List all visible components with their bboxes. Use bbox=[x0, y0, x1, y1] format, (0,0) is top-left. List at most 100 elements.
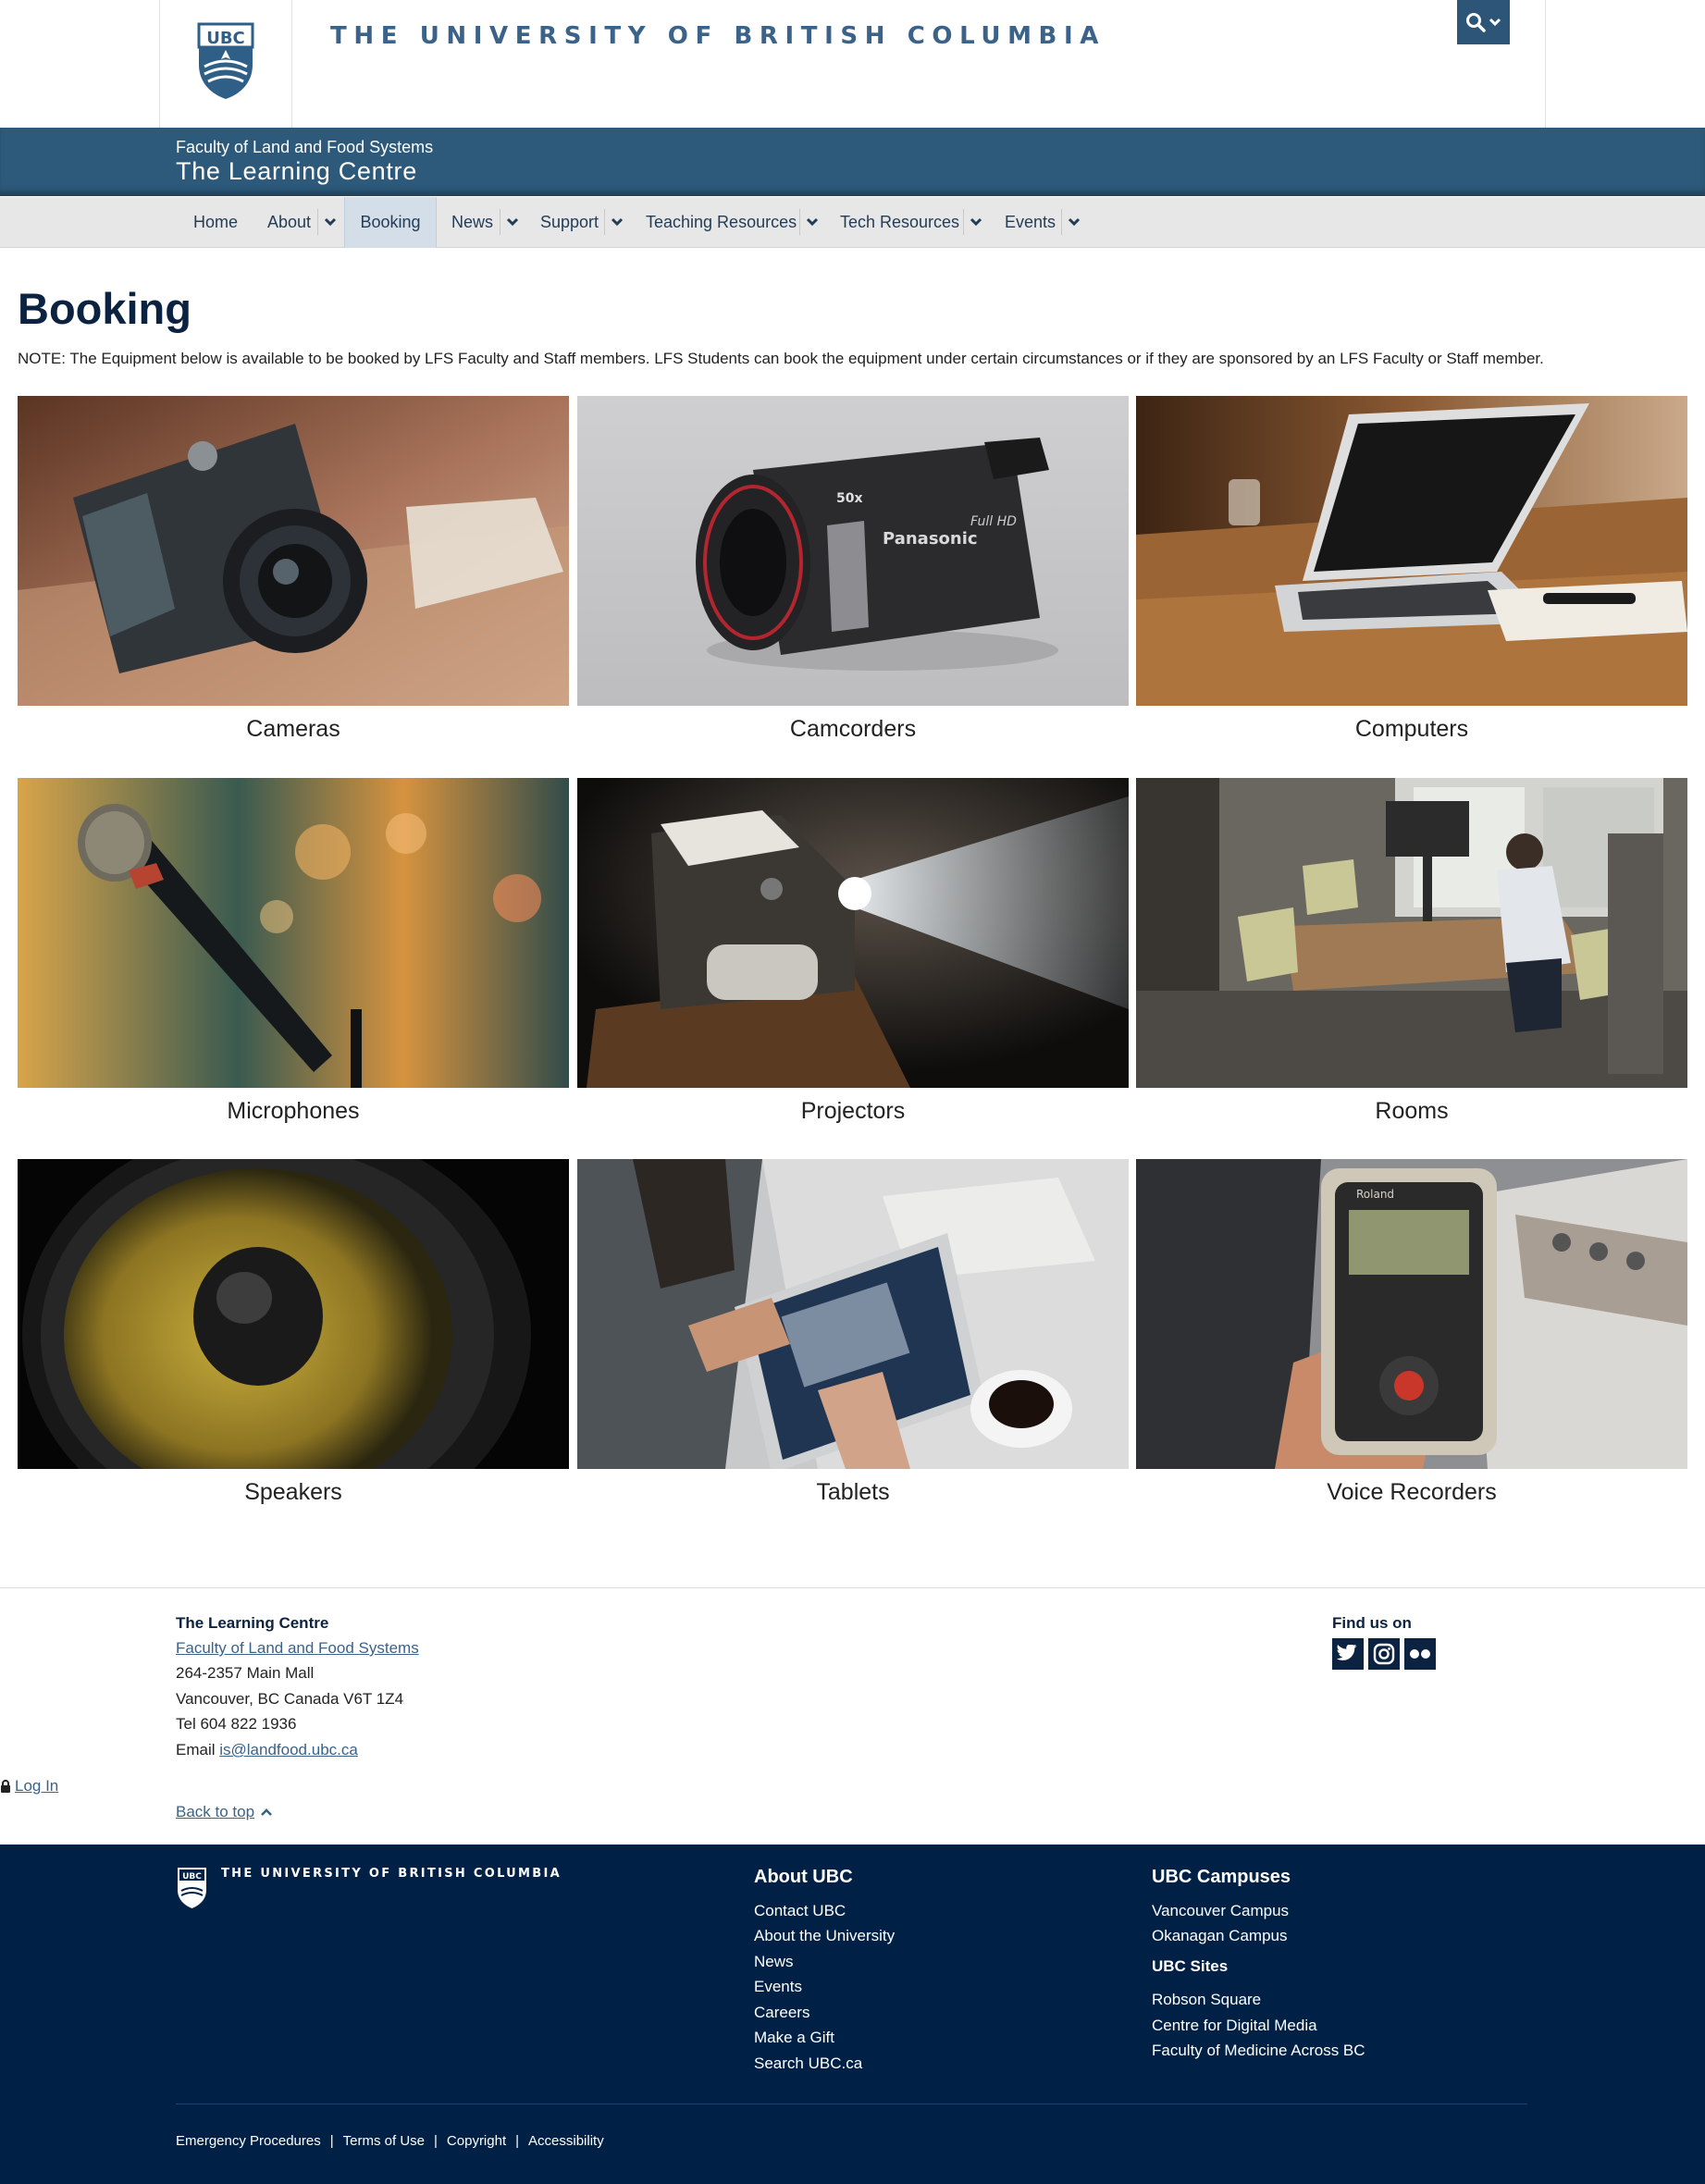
ubc-crest-icon[interactable]: UBC bbox=[177, 1867, 207, 1909]
room-photo[interactable] bbox=[1136, 778, 1687, 1088]
nav-dropdown-news[interactable] bbox=[500, 209, 524, 235]
unit-faculty-link[interactable]: Faculty of Land and Food Systems bbox=[176, 138, 433, 157]
nav-dropdown-support[interactable] bbox=[604, 209, 628, 235]
voice-recorder-photo[interactable]: Roland bbox=[1136, 1159, 1687, 1469]
footer-link-vancouver-campus[interactable]: Vancouver Campus bbox=[1152, 1902, 1289, 1920]
nav-label: Support bbox=[540, 213, 599, 231]
about-ubc-heading: About UBC bbox=[754, 1867, 853, 1887]
nav-item-support[interactable]: Support bbox=[540, 197, 599, 248]
footer-link-emergency-procedures[interactable]: Emergency Procedures bbox=[176, 2133, 321, 2149]
footer-link-events[interactable]: Events bbox=[754, 1978, 802, 1996]
nav-item-about[interactable]: About bbox=[267, 197, 311, 248]
tile-label[interactable]: Cameras bbox=[18, 716, 569, 743]
back-to-top-label[interactable]: Back to top bbox=[176, 1803, 254, 1821]
instagram-icon[interactable] bbox=[1368, 1638, 1400, 1670]
tile-speakers[interactable]: Speakers bbox=[18, 1159, 569, 1506]
camera-photo[interactable] bbox=[18, 396, 569, 706]
microphone-photo[interactable] bbox=[18, 778, 569, 1088]
booking-note: NOTE: The Equipment below is available t… bbox=[18, 350, 1544, 367]
footer-ubc-wordmark[interactable]: THE UNIVERSITY OF BRITISH COLUMBIA bbox=[221, 1867, 562, 1881]
tile-projectors[interactable]: Projectors bbox=[577, 778, 1129, 1125]
ubc-wordmark[interactable]: THE UNIVERSITY OF BRITISH COLUMBIA bbox=[330, 22, 1106, 50]
nav-dropdown-teaching-resources[interactable] bbox=[799, 209, 823, 235]
tile-label[interactable]: Rooms bbox=[1136, 1098, 1687, 1125]
chevron-down-icon bbox=[1068, 217, 1080, 227]
footer-unit-title: The Learning Centre bbox=[176, 1614, 329, 1632]
twitter-icon[interactable] bbox=[1332, 1638, 1364, 1670]
projector-photo[interactable] bbox=[577, 778, 1129, 1088]
search-toggle-button[interactable] bbox=[1457, 0, 1510, 44]
tile-camcorders[interactable]: Panasonic 50x Full HD Camcorders bbox=[577, 396, 1129, 743]
footer-link-terms-of-use[interactable]: Terms of Use bbox=[343, 2133, 425, 2149]
footer-link-news[interactable]: News bbox=[754, 1953, 794, 1971]
nav-item-teaching-resources[interactable]: Teaching Resources bbox=[646, 197, 797, 248]
nav-dropdown-about[interactable] bbox=[317, 209, 341, 235]
nav-item-events[interactable]: Events bbox=[1005, 197, 1056, 248]
tile-label[interactable]: Projectors bbox=[577, 1098, 1129, 1125]
footer-link-copyright[interactable]: Copyright bbox=[447, 2133, 506, 2149]
flickr-icon[interactable] bbox=[1404, 1638, 1436, 1670]
footer-link-centre-for-digital-media[interactable]: Centre for Digital Media bbox=[1152, 2017, 1317, 2035]
footer-address-2: Vancouver, BC Canada V6T 1Z4 bbox=[176, 1690, 404, 1708]
back-to-top-link[interactable]: Back to top bbox=[176, 1803, 273, 1821]
footer-link-robson-square[interactable]: Robson Square bbox=[1152, 1991, 1261, 2009]
nav-label: Home bbox=[193, 213, 239, 231]
ubc-crest-icon[interactable]: UBC bbox=[197, 22, 254, 100]
separator: | bbox=[515, 2133, 520, 2149]
separator: | bbox=[434, 2133, 438, 2149]
nav-item-news[interactable]: News bbox=[451, 197, 493, 248]
ubc-sites-heading: UBC Sites bbox=[1152, 1957, 1229, 1975]
tablet-photo[interactable] bbox=[577, 1159, 1129, 1469]
nav-item-booking[interactable]: Booking bbox=[344, 197, 437, 248]
chevron-down-icon bbox=[970, 217, 982, 227]
laptop-photo[interactable] bbox=[1136, 396, 1687, 706]
login-link[interactable]: Log In bbox=[0, 1777, 58, 1795]
nav-dropdown-tech-resources[interactable] bbox=[963, 209, 987, 235]
nav-item-tech-resources[interactable]: Tech Resources bbox=[840, 197, 959, 248]
unit-footer: The Learning Centre Faculty of Land and … bbox=[0, 1587, 1705, 1845]
camcorder-photo[interactable]: Panasonic 50x Full HD bbox=[577, 396, 1129, 706]
footer-address-1: 264-2357 Main Mall bbox=[176, 1664, 315, 1682]
tile-rooms[interactable]: Rooms bbox=[1136, 778, 1687, 1125]
footer-link-faculty-of-medicine[interactable]: Faculty of Medicine Across BC bbox=[1152, 2042, 1365, 2060]
tile-tablets[interactable]: Tablets bbox=[577, 1159, 1129, 1506]
tile-label[interactable]: Tablets bbox=[577, 1479, 1129, 1506]
tile-label[interactable]: Camcorders bbox=[577, 716, 1129, 743]
ubc-campuses-heading: UBC Campuses bbox=[1152, 1867, 1291, 1887]
nav-label: About bbox=[267, 213, 312, 231]
tile-label[interactable]: Voice Recorders bbox=[1136, 1479, 1687, 1506]
tile-cameras[interactable]: Cameras bbox=[18, 396, 569, 743]
nav-item-home[interactable]: Home bbox=[193, 197, 238, 248]
chevron-down-icon bbox=[806, 217, 818, 227]
footer-link-careers[interactable]: Careers bbox=[754, 2004, 809, 2022]
crest-text: UBC bbox=[206, 29, 245, 48]
nav-dropdown-events[interactable] bbox=[1061, 209, 1085, 235]
footer-link-about-the-university[interactable]: About the University bbox=[754, 1927, 895, 1945]
nav-label: Events bbox=[1005, 213, 1056, 231]
camcorder-hd: Full HD bbox=[970, 514, 1017, 529]
footer-link-okanagan-campus[interactable]: Okanagan Campus bbox=[1152, 1927, 1287, 1945]
unit-name-link[interactable]: The Learning Centre bbox=[176, 157, 417, 186]
tile-label[interactable]: Microphones bbox=[18, 1098, 569, 1125]
footer-email-link[interactable]: is@landfood.ubc.ca bbox=[219, 1741, 358, 1758]
tile-microphones[interactable]: Microphones bbox=[18, 778, 569, 1125]
page-title: Booking bbox=[18, 284, 192, 333]
footer-faculty-link[interactable]: Faculty of Land and Food Systems bbox=[176, 1639, 419, 1657]
tile-voice-recorders[interactable]: Roland Voice Recorders bbox=[1136, 1159, 1687, 1506]
camcorder-brand: Panasonic bbox=[883, 529, 978, 549]
footer-link-search-ubc[interactable]: Search UBC.ca bbox=[754, 2054, 862, 2073]
ubc-header: UBC THE UNIVERSITY OF BRITISH COLUMBIA bbox=[0, 0, 1705, 128]
speaker-photo[interactable] bbox=[18, 1159, 569, 1469]
ubc-global-footer: UBC THE UNIVERSITY OF BRITISH COLUMBIA A… bbox=[0, 1845, 1705, 2184]
login-label[interactable]: Log In bbox=[15, 1777, 58, 1795]
camcorder-zoom: 50x bbox=[836, 491, 863, 506]
footer-link-contact-ubc[interactable]: Contact UBC bbox=[754, 1902, 846, 1920]
footer-link-make-a-gift[interactable]: Make a Gift bbox=[754, 2029, 834, 2047]
nav-label: Teaching Resources bbox=[646, 213, 797, 231]
footer-link-accessibility[interactable]: Accessibility bbox=[528, 2133, 604, 2149]
tile-label[interactable]: Computers bbox=[1136, 716, 1687, 743]
tile-computers[interactable]: Computers bbox=[1136, 396, 1687, 743]
tile-label[interactable]: Speakers bbox=[18, 1479, 569, 1506]
footer-faculty-line: Faculty of Land and Food Systems bbox=[176, 1639, 419, 1658]
chevron-down-icon bbox=[1489, 18, 1501, 27]
